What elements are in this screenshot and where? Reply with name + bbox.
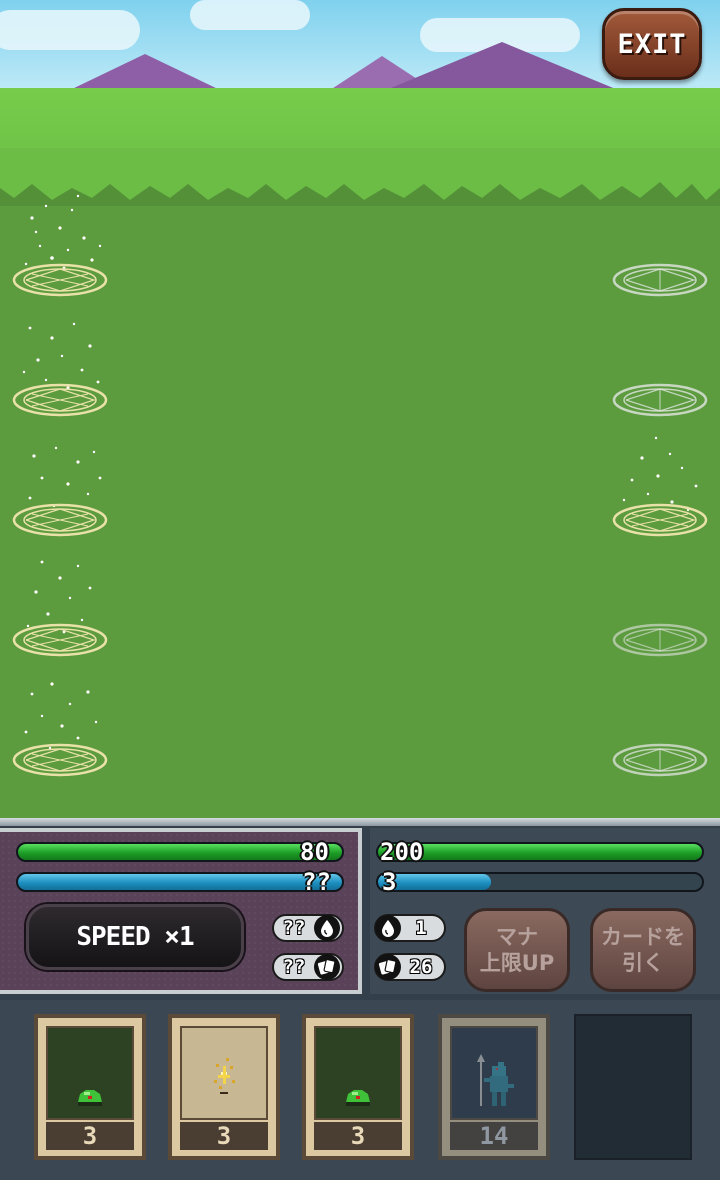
card-art [180,1026,268,1120]
slime-icon [48,1028,132,1118]
mountain [70,54,220,90]
card-art [314,1026,402,1120]
draw-card-button[interactable]: カードを 引く [590,908,696,992]
summon-circle[interactable] [12,503,108,537]
enemy-deck-value: 26 [409,956,433,978]
card-cost: 3 [46,1122,134,1150]
fire-sprite-icon [182,1028,266,1118]
card-cost: 14 [450,1122,538,1150]
enemy-mana-regen-value: 1 [415,917,427,939]
enemy-deck-pill: 26 [374,953,446,981]
lizardman-icon [452,1028,536,1118]
cloud [0,10,140,50]
summon-circle[interactable] [12,383,108,417]
enemy-hp-bar [376,842,704,862]
card-art [46,1026,134,1120]
player-hp-bar [16,842,344,862]
cards-icon [375,954,401,980]
player-mana-regen-value: ?? [282,917,306,939]
player-deck-value: ?? [282,956,306,978]
summon-circle[interactable] [12,623,108,657]
player-mana-bar [16,872,344,892]
enemy-summon-circle [612,503,708,537]
grass-edge [0,148,720,208]
player-deck-pill: ?? [272,953,344,981]
enemy-summon-circle [612,743,708,777]
player-mana-value: ?? [302,868,331,896]
summon-circle[interactable] [12,263,108,297]
enemy-mana-value: 3 [382,868,397,896]
mana-drop-icon [314,915,340,941]
mana-limit-up-line1: マナ [496,925,538,949]
enemy-summon-circle [612,383,708,417]
enemy-mana-regen-pill: 1 [374,914,446,942]
player-hp-value: 80 [300,838,329,866]
battlefield[interactable]: EXIT [0,0,720,818]
speed-button[interactable]: SPEED ×1 [26,904,244,970]
mana-limit-up-line2: 上限UP [479,951,555,975]
mana-drop-icon [375,915,401,941]
cloud [190,0,310,30]
card-art [450,1026,538,1120]
cards-icon [314,954,340,980]
player-mana-fill [18,874,342,890]
hand-card-slime[interactable]: 3 [34,1014,146,1160]
exit-button[interactable]: EXIT [602,8,702,80]
draw-card-line1: カードを [601,925,685,949]
hand-card-slime[interactable]: 3 [302,1014,414,1160]
hand-card-sprite[interactable]: 3 [168,1014,280,1160]
player-hp-fill [18,844,342,860]
mana-limit-up-button[interactable]: マナ 上限UP [464,908,570,992]
enemy-hp-value: 200 [380,838,424,866]
enemy-mana-bar [376,872,704,892]
enemy-summon-circle [612,623,708,657]
empty-card-slot [574,1014,692,1160]
slime-icon [316,1028,400,1118]
draw-card-line2: 引く [622,951,664,975]
enemy-hp-fill [378,844,702,860]
far-grass [0,88,720,150]
hand-card-lizardman[interactable]: 14 [438,1014,550,1160]
mountain [386,42,618,90]
player-mana-regen-pill: ?? [272,914,344,942]
card-cost: 3 [314,1122,402,1150]
enemy-summon-circle [612,263,708,297]
panel-divider [0,818,720,826]
card-cost: 3 [180,1122,268,1150]
summon-circle[interactable] [12,743,108,777]
